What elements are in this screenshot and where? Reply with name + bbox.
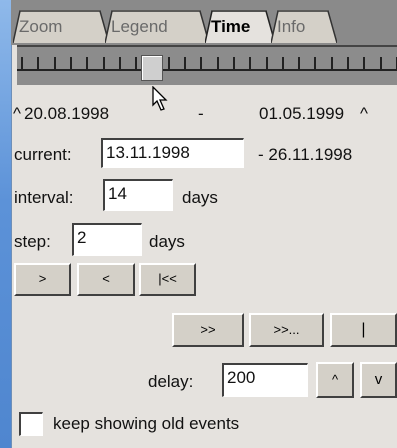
tab-time-label: Time — [211, 17, 251, 36]
timeline-tick — [330, 57, 333, 70]
fast-forward-button[interactable]: >> — [172, 313, 244, 347]
tab-info-label: Info — [277, 17, 306, 36]
range-separator: - — [198, 104, 204, 123]
step-unit: days — [149, 232, 185, 251]
timeline-tick — [167, 57, 170, 70]
timeline-thumb[interactable] — [141, 55, 163, 81]
current-end-date: - 26.11.1998 — [258, 145, 353, 164]
interval-input[interactable]: 14 — [103, 179, 173, 211]
timeline-tick — [298, 57, 301, 70]
stop-button[interactable]: | — [330, 313, 397, 347]
timeline-tick — [118, 57, 121, 70]
timeline-tick — [184, 57, 186, 70]
timeline-tick — [102, 57, 105, 70]
timeline-tick — [232, 57, 235, 70]
current-date-input[interactable]: 13.11.1998 — [101, 138, 244, 168]
timeline-tick — [200, 57, 203, 70]
window-edge — [0, 0, 12, 448]
keep-old-events-checkbox[interactable] — [19, 412, 43, 436]
timeline-tick — [53, 57, 56, 70]
timeline-tick — [249, 57, 252, 70]
timeline-tick — [86, 57, 89, 70]
timeline-baseline — [17, 69, 397, 71]
current-label: current: — [14, 145, 72, 164]
timeline-tick — [216, 57, 219, 70]
delay-down-button[interactable]: v — [360, 362, 397, 398]
timeline-tick — [135, 57, 138, 70]
timeline-tick — [69, 57, 72, 70]
go-to-start-button[interactable]: |<< — [139, 263, 196, 296]
step-back-button[interactable]: < — [77, 263, 135, 296]
timeline-tick — [363, 57, 366, 70]
range-end-date: 01.05.1999 — [259, 104, 345, 123]
step-forward-button[interactable]: > — [14, 263, 71, 296]
tab-time[interactable]: Time — [205, 10, 275, 43]
tab-legend[interactable]: Legend — [105, 10, 209, 43]
range-end-marker: ^ — [360, 104, 368, 123]
timeline-track[interactable] — [17, 45, 397, 85]
range-start-marker: ^ — [13, 104, 21, 123]
delay-up-button[interactable]: ^ — [316, 362, 354, 398]
timeline-tick — [347, 57, 349, 70]
step-input[interactable]: 2 — [72, 223, 142, 256]
keep-old-events-label: keep showing old events — [53, 414, 240, 433]
tab-zoom-label: Zoom — [19, 17, 63, 36]
tab-bar: Zoom Legend Time Info — [11, 0, 397, 45]
timeline-tick — [21, 57, 23, 70]
interval-label: interval: — [14, 188, 74, 207]
mouse-pointer-icon — [152, 86, 168, 111]
range-start-date: 20.08.1998 — [24, 104, 110, 123]
interval-unit: days — [182, 188, 218, 207]
tab-zoom[interactable]: Zoom — [13, 10, 109, 43]
timeline-tick — [265, 57, 268, 70]
timeline-tick — [37, 57, 40, 70]
timeline-tick — [281, 57, 284, 70]
step-label: step: — [14, 232, 51, 251]
tab-info[interactable]: Info — [271, 10, 337, 43]
play-all-button[interactable]: >>... — [249, 313, 324, 347]
delay-label: delay: — [148, 372, 194, 391]
timeline-tick — [314, 57, 317, 70]
timeline-tick — [379, 57, 382, 70]
delay-input[interactable]: 200 — [222, 363, 308, 397]
tab-legend-label: Legend — [111, 17, 168, 36]
